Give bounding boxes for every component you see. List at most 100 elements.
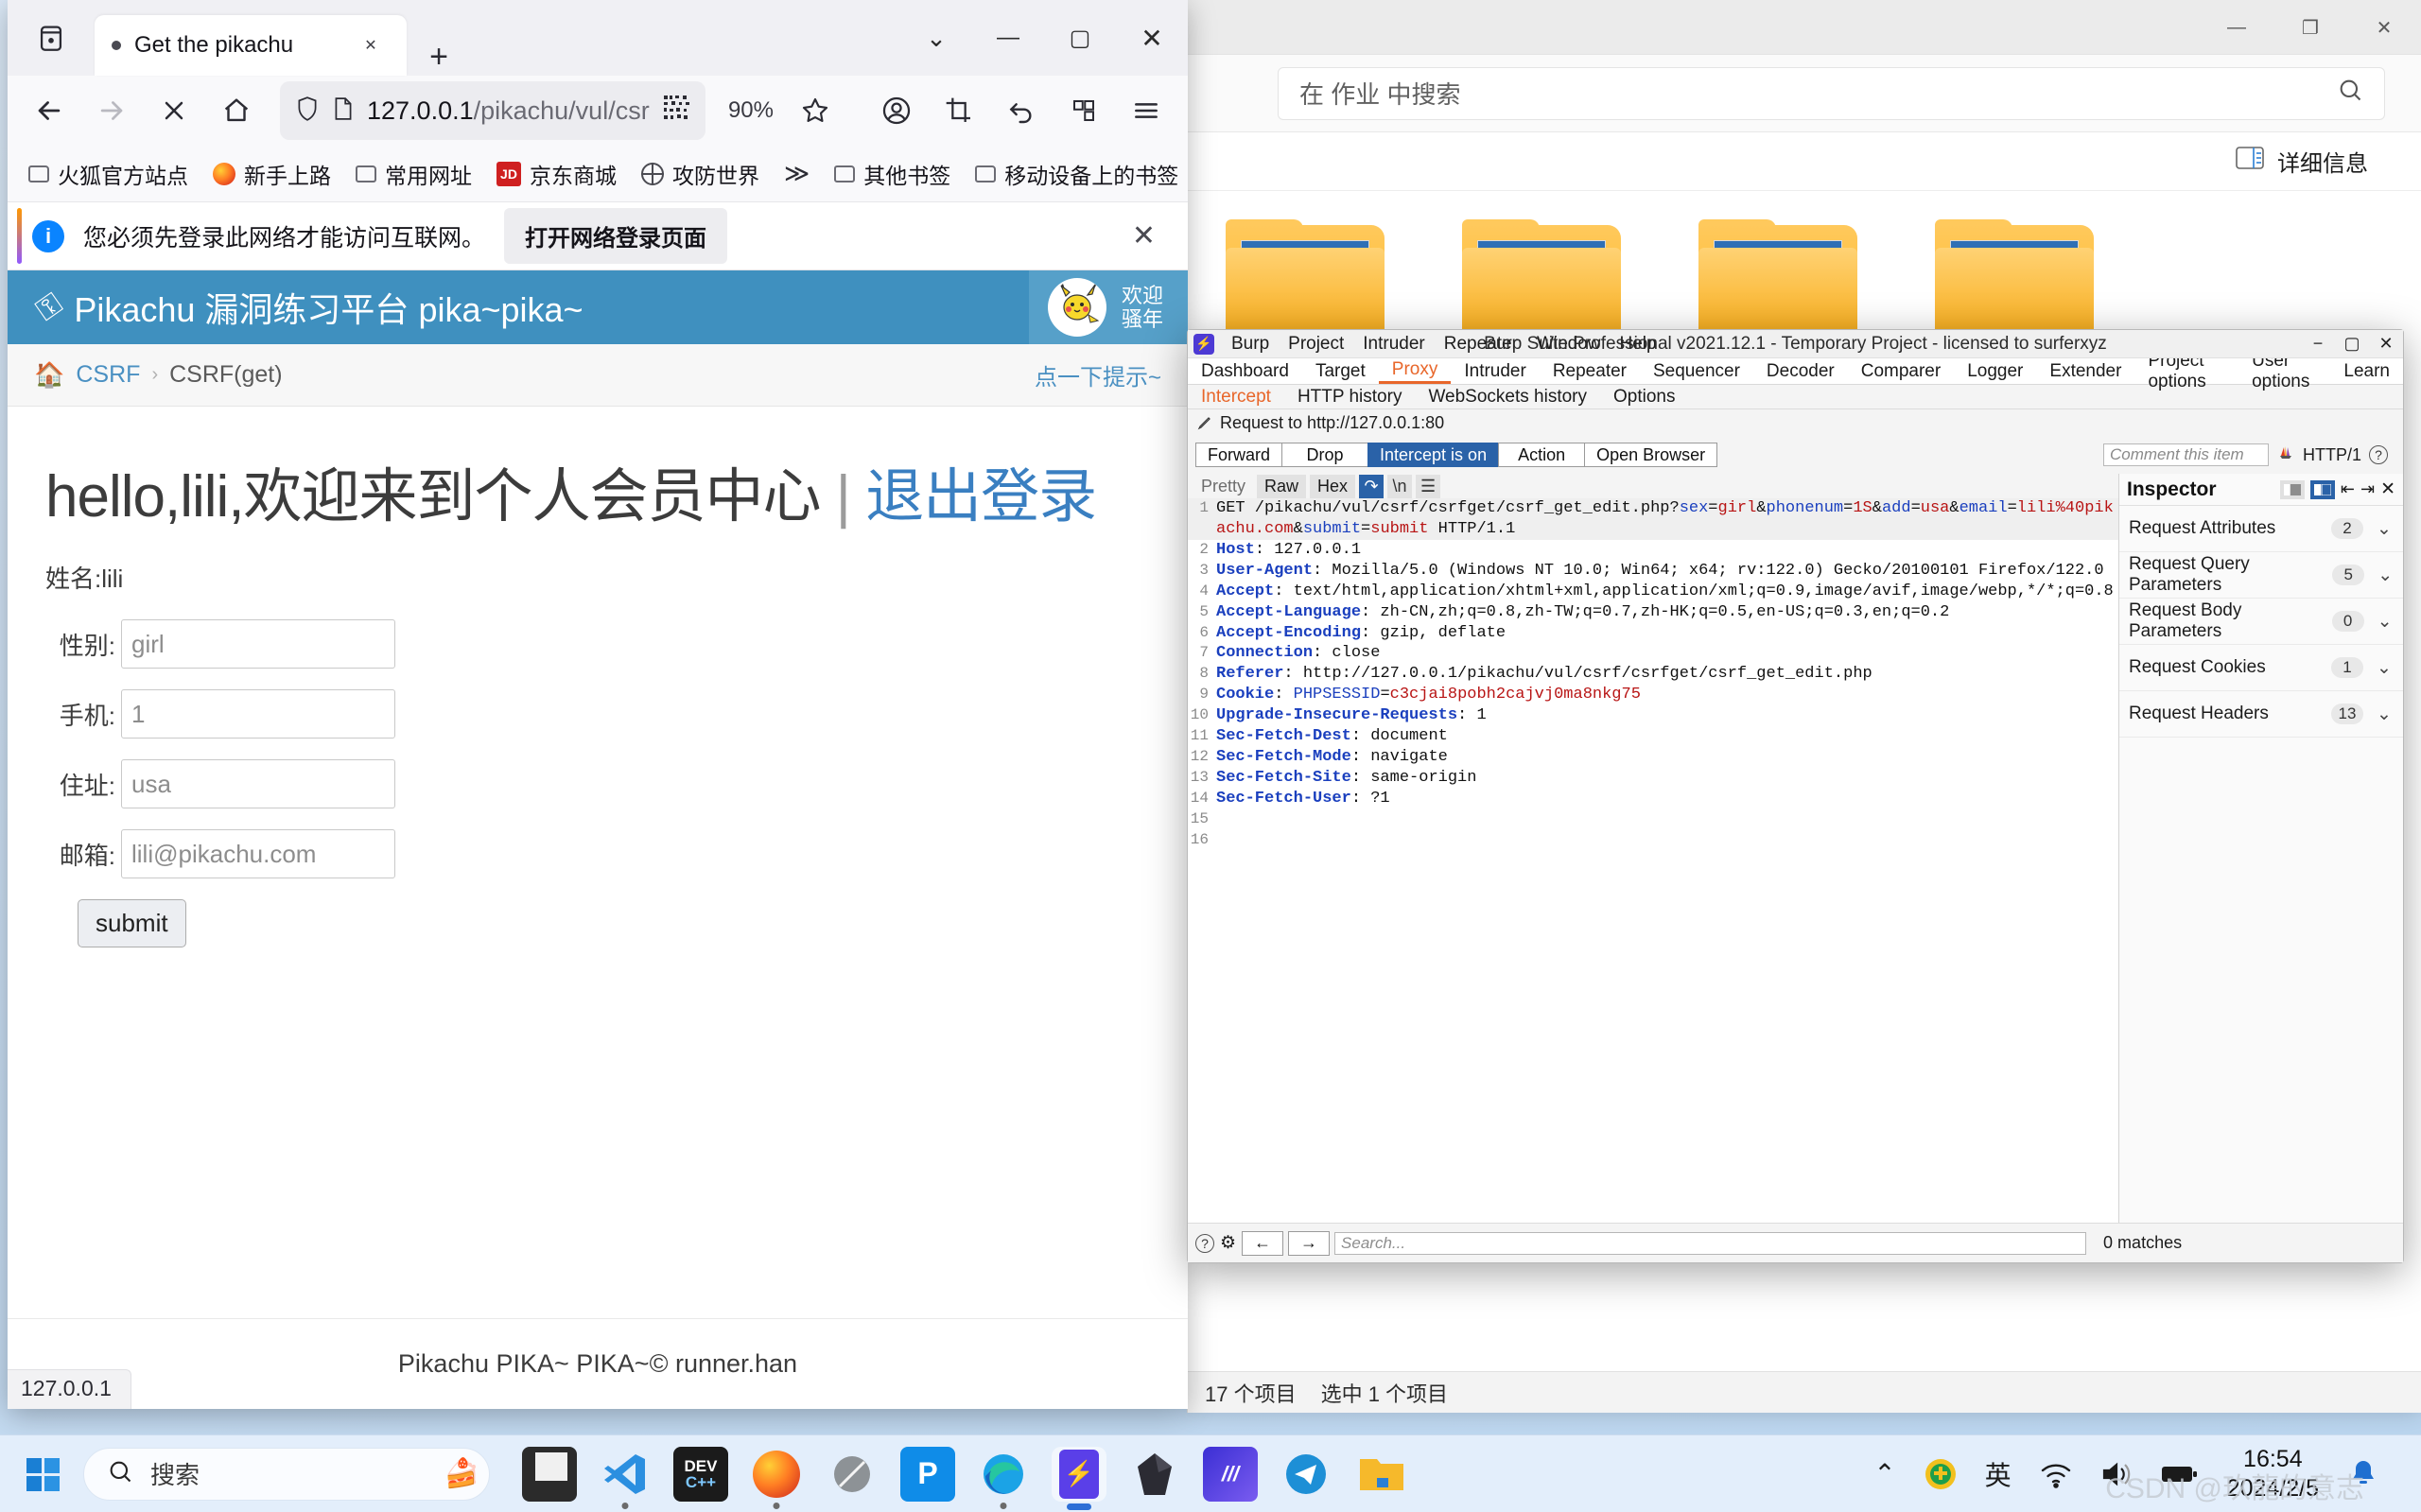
explorer-minimize-icon[interactable]: — bbox=[2200, 0, 2273, 55]
inspector-row-body-parameters[interactable]: Request Body Parameters 0 ⌄ bbox=[2119, 599, 2403, 645]
menu-window[interactable]: Window bbox=[1527, 334, 1611, 355]
menu-repeater[interactable]: Repeater bbox=[1435, 334, 1527, 355]
bookmark-item[interactable]: 其他书签 bbox=[825, 152, 960, 196]
chevron-down-icon[interactable]: ⌄ bbox=[2377, 657, 2394, 679]
logout-link[interactable]: 退出登录 bbox=[865, 464, 1097, 530]
word-wrap-icon[interactable]: ↷ bbox=[1359, 474, 1385, 498]
help-icon[interactable]: ? bbox=[1195, 1233, 1214, 1253]
burp-minimize-icon[interactable]: − bbox=[2301, 330, 2335, 358]
zoom-level-label[interactable]: 90% bbox=[721, 97, 781, 124]
subtab-websockets-history[interactable]: WebSockets history bbox=[1415, 387, 1600, 408]
ime-indicator[interactable]: 英 bbox=[1985, 1455, 2012, 1493]
view-raw[interactable]: Raw bbox=[1257, 474, 1307, 498]
layout-left-icon[interactable] bbox=[2279, 479, 2305, 499]
search-icon[interactable] bbox=[2337, 77, 2363, 110]
drop-button[interactable]: Drop bbox=[1281, 443, 1369, 467]
chevron-down-icon[interactable]: ⌄ bbox=[2377, 518, 2394, 540]
explorer-close-icon[interactable]: ✕ bbox=[2347, 0, 2421, 55]
phone-field[interactable]: 1 bbox=[121, 689, 395, 739]
search-next-button[interactable]: → bbox=[1288, 1230, 1331, 1256]
collapse-all-icon[interactable]: ⇥ bbox=[2360, 479, 2375, 499]
show-newlines-icon[interactable]: \n bbox=[1387, 474, 1413, 498]
copilot-icon[interactable]: 🍰 bbox=[444, 1457, 479, 1490]
breadcrumb-root[interactable]: CSRF bbox=[76, 361, 140, 389]
expand-all-icon[interactable]: ⇤ bbox=[2341, 479, 2355, 499]
taskbar-search[interactable]: 搜索 🍰 bbox=[83, 1447, 490, 1501]
home-icon[interactable] bbox=[208, 82, 265, 139]
tab-learn[interactable]: Learn bbox=[2330, 358, 2403, 384]
tab-repeater[interactable]: Repeater bbox=[1540, 358, 1640, 384]
bookmark-item[interactable]: 火狐官方站点 bbox=[19, 152, 198, 196]
battery-icon[interactable] bbox=[2161, 1463, 2199, 1486]
intercept-toggle-button[interactable]: Intercept is on bbox=[1367, 443, 1500, 467]
view-options-icon[interactable]: ☰ bbox=[1416, 474, 1441, 498]
browser-tab[interactable]: Get the pikachu ✕ bbox=[95, 15, 407, 76]
explorer-details-toggle[interactable]: 详细信息 bbox=[1188, 132, 2421, 191]
bookmark-item[interactable]: 移动设备上的书签 bbox=[966, 152, 1188, 196]
obsidian-icon[interactable] bbox=[1127, 1447, 1182, 1502]
menu-burp[interactable]: Burp bbox=[1222, 334, 1279, 355]
open-browser-button[interactable]: Open Browser bbox=[1584, 443, 1718, 467]
tab-intruder[interactable]: Intruder bbox=[1451, 358, 1539, 384]
bookmark-item[interactable]: JD 京东商城 bbox=[487, 152, 626, 196]
snipaste-icon[interactable] bbox=[825, 1447, 880, 1502]
tab-proxy[interactable]: Proxy bbox=[1378, 358, 1452, 384]
undo-icon[interactable] bbox=[993, 82, 1050, 139]
bookmark-item[interactable]: 攻防世界 bbox=[632, 152, 769, 196]
request-editor[interactable]: 1 GET /pikachu/vul/csrf/csrfget/csrf_get_… bbox=[1188, 498, 2118, 1223]
folder-item[interactable] bbox=[1698, 219, 1859, 339]
menu-project[interactable]: Project bbox=[1279, 334, 1353, 355]
extensions-icon[interactable] bbox=[1055, 82, 1112, 139]
forward-button[interactable]: Forward bbox=[1195, 443, 1283, 467]
view-hex[interactable]: Hex bbox=[1310, 474, 1356, 498]
bell-icon[interactable] bbox=[2347, 1458, 2379, 1490]
burp-maximize-icon[interactable]: ▢ bbox=[2335, 330, 2369, 358]
chevron-down-icon[interactable]: ⌄ bbox=[2377, 565, 2394, 586]
menu-help[interactable]: Help bbox=[1611, 334, 1666, 355]
tab-decoder[interactable]: Decoder bbox=[1753, 358, 1848, 384]
tab-close-icon[interactable]: ✕ bbox=[352, 26, 390, 64]
folder-item[interactable] bbox=[1935, 219, 2096, 339]
inspector-row-headers[interactable]: Request Headers 13 ⌄ bbox=[2119, 691, 2403, 738]
open-network-login-button[interactable]: 打开网络登录页面 bbox=[504, 208, 728, 264]
close-icon[interactable]: ✕ bbox=[2380, 478, 2395, 500]
action-button[interactable]: Action bbox=[1498, 443, 1586, 467]
email-field[interactable]: lili@pikachu.com bbox=[121, 829, 395, 878]
telegram-icon[interactable] bbox=[1279, 1447, 1333, 1502]
account-icon[interactable] bbox=[868, 82, 925, 139]
devcpp-icon[interactable]: DEV C++ bbox=[673, 1446, 728, 1502]
folder-item[interactable] bbox=[1226, 219, 1386, 339]
tab-user-options[interactable]: User options bbox=[2238, 351, 2330, 391]
file-explorer-light-icon[interactable] bbox=[522, 1446, 577, 1502]
view-pretty[interactable]: Pretty bbox=[1193, 475, 1253, 498]
list-all-tabs-icon[interactable] bbox=[8, 0, 95, 76]
tab-comparer[interactable]: Comparer bbox=[1848, 358, 1954, 384]
burp-suite-icon[interactable]: ⚡ bbox=[1052, 1446, 1106, 1510]
firefox-minimize-icon[interactable]: — bbox=[972, 0, 1044, 76]
highlight-color-icon[interactable] bbox=[2276, 443, 2295, 467]
page-info-icon[interactable] bbox=[333, 96, 354, 126]
pycharm-icon[interactable]: P bbox=[900, 1446, 955, 1502]
tab-logger[interactable]: Logger bbox=[1954, 358, 2036, 384]
tab-dashboard[interactable]: Dashboard bbox=[1188, 358, 1302, 384]
forward-icon[interactable] bbox=[83, 82, 140, 139]
tab-extender[interactable]: Extender bbox=[2036, 358, 2134, 384]
layout-right-icon[interactable] bbox=[2309, 479, 2335, 499]
gear-icon[interactable]: ⚙ bbox=[1220, 1232, 1236, 1254]
hint-link[interactable]: 点一下提示~ bbox=[1035, 358, 1161, 391]
antivirus-icon[interactable] bbox=[1925, 1458, 1957, 1490]
inspector-row-request-attributes[interactable]: Request Attributes 2 ⌄ bbox=[2119, 506, 2403, 552]
navicat-icon[interactable]: /// bbox=[1203, 1446, 1258, 1502]
site-brand[interactable]: ⚿ Pikachu 漏洞练习平台 pika~pika~ bbox=[8, 283, 583, 332]
volume-icon[interactable] bbox=[2100, 1460, 2133, 1488]
chevron-down-icon[interactable]: ⌄ bbox=[2377, 704, 2394, 725]
chevron-down-icon[interactable]: ⌄ bbox=[2377, 611, 2394, 633]
wifi-icon[interactable] bbox=[2040, 1460, 2072, 1488]
chevron-up-icon[interactable]: ⌃ bbox=[1873, 1458, 1895, 1489]
submit-button[interactable]: submit bbox=[78, 899, 186, 947]
url-bar[interactable]: 127.0.0.1/pikachu/vul/csr bbox=[280, 81, 705, 140]
tab-target[interactable]: Target bbox=[1302, 358, 1379, 384]
help-icon[interactable]: ? bbox=[2369, 445, 2388, 464]
menu-intruder[interactable]: Intruder bbox=[1353, 334, 1434, 355]
inspector-row-query-parameters[interactable]: Request Query Parameters 5 ⌄ bbox=[2119, 552, 2403, 599]
